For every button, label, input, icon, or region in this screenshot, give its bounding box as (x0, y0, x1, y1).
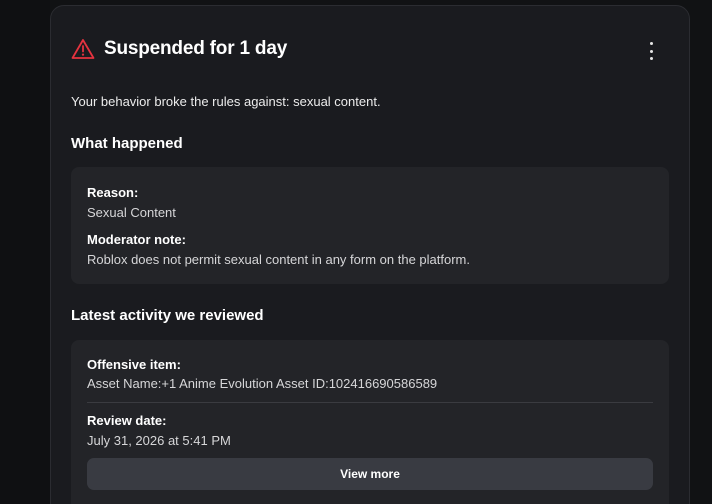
card-header: Suspended for 1 day (71, 38, 287, 60)
violation-summary: Your behavior broke the rules against: s… (71, 94, 381, 109)
review-date-label: Review date: (87, 413, 167, 428)
review-date-value: July 31, 2026 at 5:41 PM (87, 433, 231, 448)
page: Suspended for 1 day Your behavior broke … (0, 0, 712, 504)
more-dot (649, 42, 653, 45)
what-happened-heading: What happened (71, 135, 183, 152)
what-happened-box: Reason: Sexual Content Moderator note: R… (71, 167, 669, 284)
view-more-button[interactable]: View more (87, 458, 653, 490)
more-vertical-icon[interactable] (643, 42, 659, 60)
latest-activity-heading: Latest activity we reviewed (71, 307, 264, 324)
offensive-item-value: Asset Name:+1 Anime Evolution Asset ID:1… (87, 376, 438, 391)
reason-value: Sexual Content (87, 205, 176, 220)
reason-label: Reason: (87, 185, 139, 200)
more-dot (649, 49, 653, 53)
more-dot (649, 57, 653, 60)
background-edge (0, 0, 50, 504)
warning-triangle-icon (71, 38, 95, 60)
offensive-item-label: Offensive item: (87, 357, 181, 372)
moderator-note-label: Moderator note: (87, 232, 186, 247)
moderator-note-value: Roblox does not permit sexual content in… (87, 252, 470, 267)
card-title: Suspended for 1 day (104, 38, 288, 59)
suspension-card: Suspended for 1 day Your behavior broke … (50, 5, 690, 504)
divider (87, 402, 653, 403)
latest-activity-box: Offensive item: Asset Name:+1 Anime Evol… (71, 340, 669, 504)
